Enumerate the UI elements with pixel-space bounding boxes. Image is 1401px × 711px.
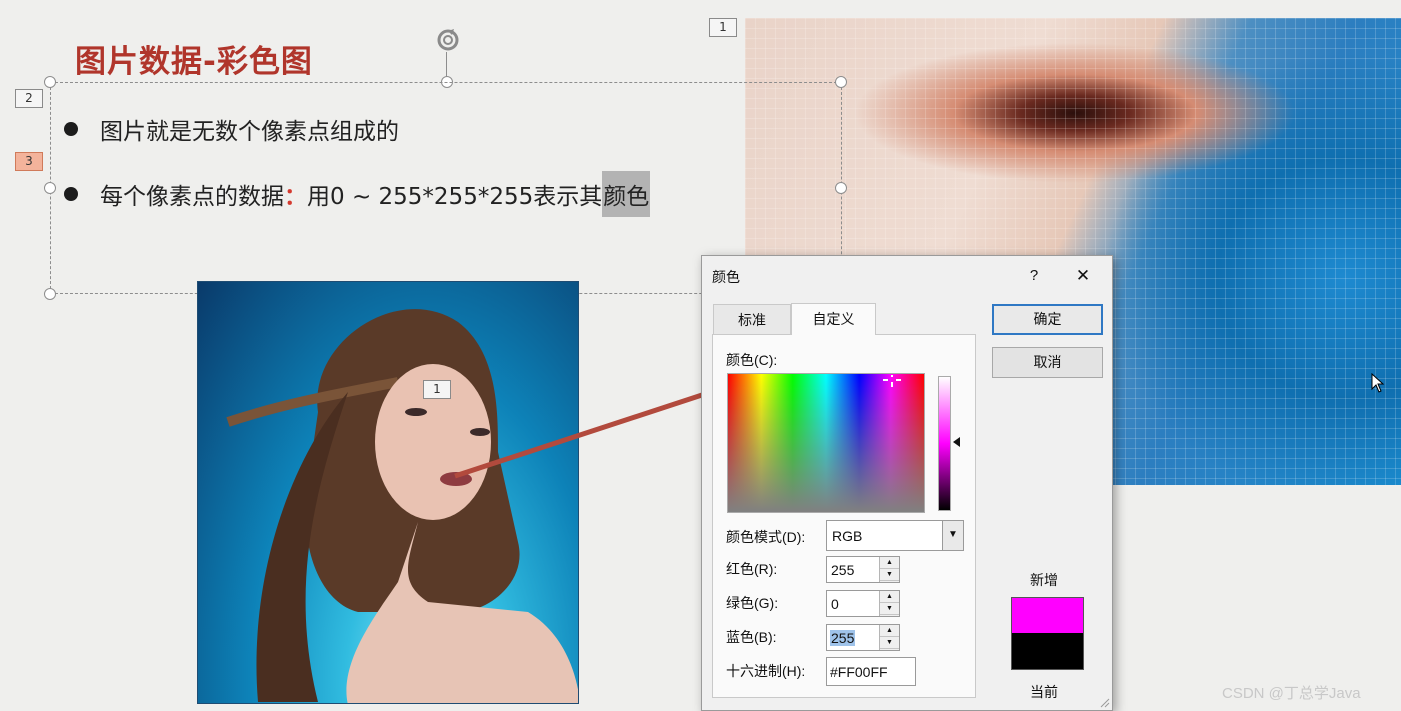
color-spectrum[interactable] <box>727 373 925 513</box>
tab-custom[interactable]: 自定义 <box>791 303 876 335</box>
resize-grip-icon[interactable] <box>1098 696 1110 708</box>
green-field[interactable]: 0 ▲ ▼ <box>826 590 900 617</box>
rotate-handle-line <box>446 52 447 77</box>
animation-tag[interactable]: 1 <box>423 380 451 399</box>
close-button[interactable]: ✕ <box>1070 264 1096 288</box>
green-value: 0 <box>831 596 839 612</box>
ok-button[interactable]: 确定 <box>992 304 1103 335</box>
color-mode-select[interactable]: RGB ▼ <box>826 520 964 551</box>
portrait-figure <box>226 309 578 703</box>
blue-value: 255 <box>830 630 856 646</box>
luminance-arrow-icon[interactable] <box>953 437 960 447</box>
red-field[interactable]: 255 ▲ ▼ <box>826 556 900 583</box>
bullet-body: 用0 ~ 255*255*255表示其 <box>307 184 603 210</box>
portrait-image[interactable] <box>197 281 579 704</box>
chevron-down-icon[interactable]: ▼ <box>942 521 963 550</box>
red-value: 255 <box>831 562 855 578</box>
new-color-swatch <box>1011 597 1084 633</box>
help-button[interactable]: ? <box>1022 264 1046 288</box>
mode-label: 颜色模式(D): <box>726 529 806 545</box>
resize-handle[interactable] <box>44 288 56 300</box>
mouse-cursor-icon <box>1371 373 1385 393</box>
watermark: CSDN @丁总学Java <box>1222 685 1361 702</box>
bullet-dot-icon <box>64 122 78 136</box>
tab-standard[interactable]: 标准 <box>713 304 791 334</box>
hex-value: #FF00FF <box>830 664 888 680</box>
color-dialog: 颜色 ? ✕ 标准 自定义 颜色(C): 颜色模式(D): RGB ▼ 红色(R… <box>701 255 1113 711</box>
bullet-colon: ： <box>284 184 307 210</box>
dialog-title: 颜色 <box>712 269 740 285</box>
luminance-slider[interactable] <box>938 376 951 511</box>
new-color-label: 新增 <box>1030 572 1058 588</box>
bullet-text: 图片就是无数个像素点组成的 <box>100 119 399 145</box>
spin-up-icon[interactable]: ▲ <box>880 625 899 637</box>
spin-down-icon[interactable]: ▼ <box>880 603 899 615</box>
colors-label: 颜色(C): <box>726 352 778 368</box>
resize-handle[interactable] <box>44 182 56 194</box>
resize-handle[interactable] <box>44 76 56 88</box>
spin-down-icon[interactable]: ▼ <box>880 569 899 581</box>
bullet-item: 每个像素点的数据：用0 ~ 255*255*255表示其 颜色 <box>64 171 651 217</box>
rotate-icon[interactable] <box>432 26 464 56</box>
slide-title: 图片数据-彩色图 <box>75 44 313 80</box>
spin-up-icon[interactable]: ▲ <box>880 591 899 603</box>
blue-field[interactable]: 255 ▲ ▼ <box>826 624 900 651</box>
animation-tag[interactable]: 1 <box>709 18 737 37</box>
highlighted-word[interactable]: 颜色 <box>602 171 651 217</box>
resize-handle[interactable] <box>835 182 847 194</box>
bullet-dot-icon <box>64 187 78 201</box>
green-label: 绿色(G): <box>726 595 779 611</box>
hex-field[interactable]: #FF00FF <box>826 657 916 686</box>
resize-handle[interactable] <box>835 76 847 88</box>
crosshair-icon <box>883 375 901 387</box>
spin-down-icon[interactable]: ▼ <box>880 637 899 649</box>
animation-tag-active[interactable]: 3 <box>15 152 43 171</box>
bullet-item: 图片就是无数个像素点组成的 <box>64 112 399 146</box>
current-color-label: 当前 <box>1030 684 1058 700</box>
blue-label: 蓝色(B): <box>726 629 777 645</box>
color-mode-value: RGB <box>832 528 863 544</box>
current-color-swatch <box>1011 633 1084 670</box>
animation-tag[interactable]: 2 <box>15 89 43 108</box>
spin-up-icon[interactable]: ▲ <box>880 557 899 569</box>
bullet-prefix: 每个像素点的数据 <box>100 184 284 210</box>
red-label: 红色(R): <box>726 561 778 577</box>
cancel-button[interactable]: 取消 <box>992 347 1103 378</box>
hex-label: 十六进制(H): <box>726 663 806 679</box>
